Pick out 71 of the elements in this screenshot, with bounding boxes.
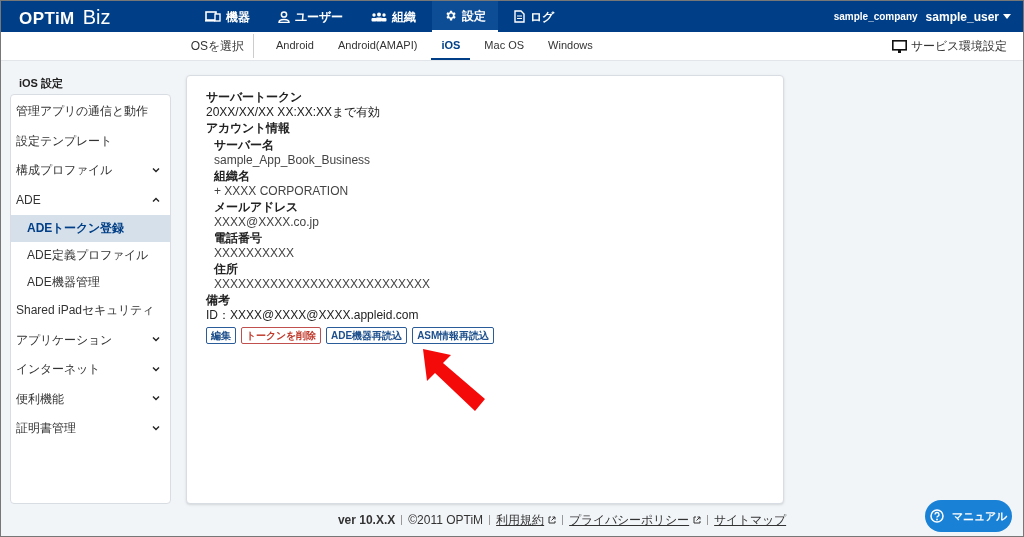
sidebar-subitem[interactable]: ADE機器管理: [11, 268, 170, 296]
company-name: sample_company: [833, 10, 918, 24]
field-label: サーバー名: [214, 138, 275, 153]
os-select-label: OSを選択: [189, 38, 245, 55]
field-value: 20XX/XX/XX XX:XX:XXまで有効: [206, 105, 382, 120]
footer-text: ©2011 OPTiM: [408, 512, 484, 529]
nav-tab[interactable]: 組織: [359, 1, 428, 32]
os-tab[interactable]: Mac OS: [474, 32, 535, 60]
chevron-up-icon: [152, 197, 160, 203]
nav-tab[interactable]: ログ: [502, 1, 566, 32]
chevron-down-icon: [152, 366, 160, 372]
field-label: メールアドレス: [214, 200, 299, 215]
sidebar-item[interactable]: 便利機能: [11, 384, 170, 414]
field-label: 組織名: [214, 169, 251, 184]
field-value: XXXXXXXXXX: [214, 246, 296, 261]
field-label: アカウント情報: [206, 121, 291, 136]
sidebar-item[interactable]: アプリケーション: [11, 325, 170, 355]
nav-tab[interactable]: 機器: [193, 1, 262, 32]
footer-text: ver 10.X.X: [337, 512, 396, 529]
chevron-down-icon: [152, 396, 160, 402]
help-icon: [930, 509, 944, 523]
os-tab[interactable]: Windows: [538, 32, 603, 60]
action-button[interactable]: 編集: [206, 327, 236, 344]
sidebar-item[interactable]: Shared iPadセキュリティ: [11, 295, 170, 326]
os-tab[interactable]: Android: [266, 32, 324, 60]
os-tab[interactable]: iOS: [431, 32, 471, 60]
nav-tab[interactable]: 設定: [432, 1, 498, 32]
sidebar-item[interactable]: 管理アプリの通信と動作: [11, 96, 170, 127]
external-link-icon: [548, 516, 557, 524]
field-label: 住所: [214, 262, 239, 277]
field-value: XXXXXXXXXXXXXXXXXXXXXXXXXXX: [214, 277, 432, 292]
action-button[interactable]: ASM情報再読込: [412, 327, 495, 344]
field-value: XXXX@XXXX.co.jp: [214, 215, 320, 230]
chevron-down-icon: [152, 425, 160, 431]
document-icon: [514, 10, 525, 23]
sidebar-item[interactable]: 構成プロファイル: [11, 155, 170, 186]
chevron-down-icon: [152, 167, 160, 173]
field-value: ID：XXXX@XXXX@XXXX.appleid.com: [206, 308, 420, 323]
sidebar-item[interactable]: インターネット: [11, 354, 170, 385]
logo-suffix: Biz: [82, 4, 111, 30]
delete-button[interactable]: トークンを削除: [241, 327, 321, 344]
nav-tab[interactable]: ユーザー: [266, 1, 355, 32]
field-value: sample_App_Book_Business: [214, 153, 372, 168]
external-link-icon: [693, 516, 702, 524]
sidebar-subitem[interactable]: ADE定義プロファイル: [11, 241, 170, 269]
sidebar-subitem[interactable]: ADEトークン登録: [11, 214, 170, 242]
footer-link[interactable]: サイトマップ: [714, 511, 787, 529]
people-icon: [371, 11, 387, 22]
user-menu[interactable]: sample_user: [925, 7, 1011, 26]
user-icon: [278, 10, 290, 23]
field-label: サーバートークン: [206, 90, 303, 105]
device-icon: [205, 11, 221, 22]
os-tab[interactable]: Android(AMAPI): [327, 32, 428, 60]
chevron-down-icon: [152, 337, 160, 343]
settings-icon: [444, 9, 457, 22]
logo-text: OPTiM: [19, 7, 75, 30]
field-label: 備考: [206, 293, 231, 308]
service-settings-link[interactable]: サービス環境設定: [892, 37, 1007, 55]
footer-link[interactable]: プライバシーポリシー: [569, 511, 690, 529]
sidebar-item[interactable]: 証明書管理: [11, 413, 170, 444]
sidebar-item[interactable]: 設定テンプレート: [11, 126, 170, 156]
manual-button[interactable]: マニュアル: [925, 500, 1012, 532]
arrow-icon: [423, 349, 485, 411]
field-label: 電話番号: [214, 231, 263, 246]
action-button[interactable]: ADE機器再読込: [326, 327, 408, 344]
monitor-icon: [892, 39, 907, 53]
caret-icon: [1003, 14, 1011, 19]
sidebar-item[interactable]: ADE: [11, 185, 170, 215]
sidebar-title: iOS 設定: [18, 76, 64, 91]
footer-link[interactable]: 利用規約: [496, 511, 545, 529]
field-value: + XXXX CORPORATION: [214, 184, 350, 199]
